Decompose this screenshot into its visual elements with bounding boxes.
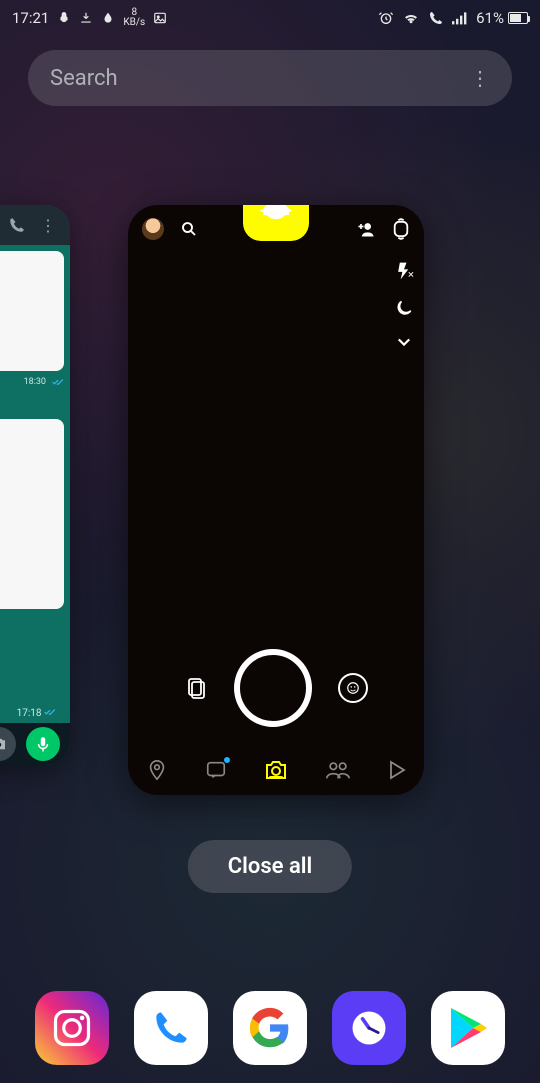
discover-tab-icon[interactable] — [388, 760, 406, 780]
image-icon — [153, 11, 167, 25]
network-speed: 8 KB/s — [123, 8, 145, 28]
svg-text:✕: ✕ — [407, 271, 414, 281]
dock-instagram[interactable] — [35, 991, 109, 1065]
search-placeholder: Search — [50, 66, 470, 91]
memories-icon[interactable] — [184, 676, 208, 700]
whatsapp-message-bubble: s. cts. — [0, 419, 64, 609]
drop-icon — [101, 11, 115, 25]
download-icon — [79, 11, 93, 25]
double-check-icon — [52, 378, 64, 386]
whatsapp-time: 17:18 — [17, 708, 56, 719]
snapchat-app-icon[interactable] — [243, 205, 309, 241]
chat-tab[interactable] — [205, 759, 227, 781]
more-vert-icon[interactable]: ⋮ — [470, 66, 490, 90]
snapchat-shutter-row — [128, 649, 424, 727]
more-vert-icon[interactable]: ⋮ — [40, 216, 56, 235]
status-bar: 17:21 8 KB/s 61% — [0, 0, 540, 36]
phone-icon[interactable] — [8, 216, 26, 234]
search-bar[interactable]: Search ⋮ — [28, 50, 512, 106]
dock — [0, 991, 540, 1065]
lens-carousel-button[interactable] — [338, 673, 368, 703]
recent-card-whatsapp[interactable]: ⋮ d other pear here. NEW 18:30 s. cts. 1… — [0, 205, 70, 765]
status-right: 61% — [378, 9, 528, 27]
alarm-icon — [378, 10, 394, 26]
notification-dot — [224, 757, 230, 763]
battery-indicator: 61% — [476, 9, 528, 27]
signal-icon — [452, 11, 468, 25]
chat-tab-icon — [205, 759, 227, 781]
flip-camera-icon[interactable] — [392, 218, 410, 240]
dock-clock[interactable] — [332, 991, 406, 1065]
whatsapp-toolbar: ⋮ — [0, 205, 70, 245]
night-mode-icon[interactable] — [394, 299, 414, 319]
status-time: 17:21 — [12, 9, 49, 27]
camera-tab[interactable] — [264, 759, 288, 781]
camera-attach-button[interactable] — [0, 727, 16, 761]
dock-play-store[interactable] — [431, 991, 505, 1065]
profile-avatar[interactable] — [142, 218, 164, 240]
snapchat-bottom-nav — [128, 745, 424, 795]
recent-card-snapchat[interactable]: ✕ — [128, 205, 424, 795]
call-active-icon — [428, 10, 444, 26]
wifi-icon — [402, 11, 420, 25]
active-tab-indicator — [269, 776, 283, 779]
double-check-icon — [44, 708, 56, 716]
snapchat-side-controls: ✕ — [394, 261, 414, 347]
whatsapp-message-bubble: d other pear here. — [0, 251, 64, 371]
snapchat-notif-icon — [57, 11, 71, 25]
close-all-button[interactable]: Close all — [188, 840, 352, 893]
voice-record-button[interactable] — [26, 727, 60, 761]
friends-tab-icon[interactable] — [325, 760, 351, 780]
status-left: 17:21 8 KB/s — [12, 8, 167, 28]
dock-google[interactable] — [233, 991, 307, 1065]
map-tab-icon[interactable] — [146, 759, 168, 781]
dock-phone[interactable] — [134, 991, 208, 1065]
smiley-icon — [346, 681, 360, 695]
add-friend-icon[interactable] — [356, 220, 376, 238]
whatsapp-meta: NEW 18:30 — [0, 375, 64, 389]
flash-off-icon[interactable]: ✕ — [394, 261, 414, 281]
chevron-down-icon[interactable] — [397, 337, 411, 347]
shutter-button[interactable] — [234, 649, 312, 727]
whatsapp-composer — [0, 723, 70, 765]
search-icon[interactable] — [180, 220, 198, 238]
